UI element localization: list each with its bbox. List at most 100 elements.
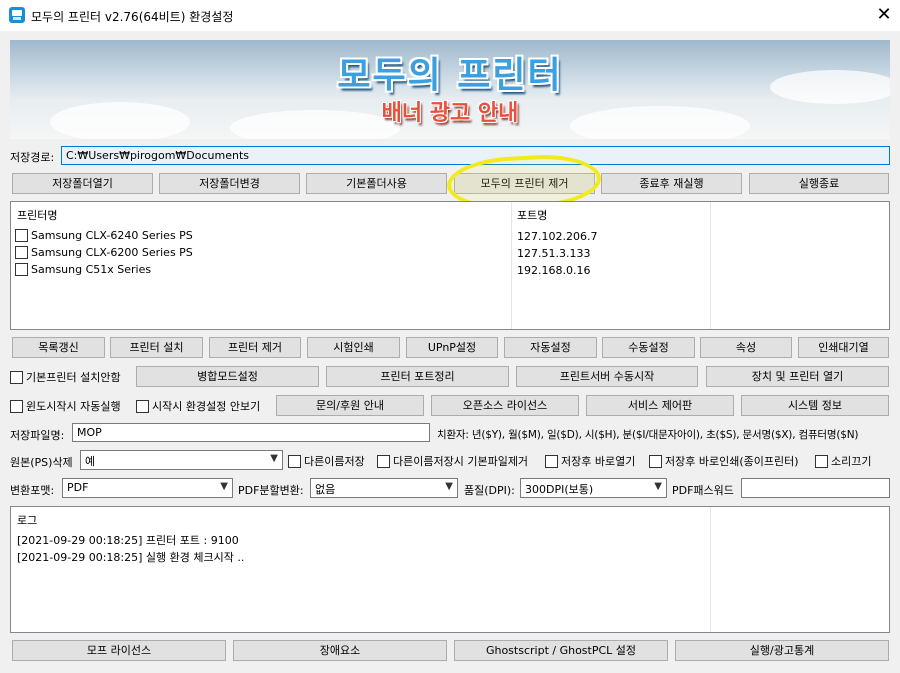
save-as-checkbox[interactable]: 다른이름저장 — [288, 453, 365, 469]
printer-checkbox[interactable] — [15, 262, 28, 276]
substitution-help-text: 치환자: 년($Y), 월($M), 일($D), 시($H), 분($I/대문… — [437, 429, 859, 441]
filename-input[interactable]: MOP — [72, 423, 430, 442]
checkbox-label: 저장후 바로열기 — [561, 455, 636, 468]
banner-subtitle: 배너 광고 안내 — [381, 101, 519, 126]
test-print-button[interactable]: 시험인쇄 — [307, 337, 400, 358]
use-default-folder-button[interactable]: 기본폴더사용 — [306, 173, 447, 194]
printer-name: Samsung CLX-6240 Series PS — [31, 228, 193, 242]
pdf-split-select[interactable]: 없음 ▼ — [310, 478, 458, 498]
save-path-input[interactable]: C:₩Users₩pirogom₩Documents — [61, 146, 890, 165]
open-devices-printers-button[interactable]: 장치 및 프린터 열기 — [706, 366, 889, 387]
checkbox-box[interactable] — [545, 454, 558, 468]
install-printer-button[interactable]: 프린터 설치 — [110, 337, 203, 358]
change-save-folder-button[interactable]: 저장폴더변경 — [159, 173, 300, 194]
select-value: 없음 — [315, 483, 336, 496]
checkbox-label: 기본프린터 설치안함 — [26, 371, 121, 384]
exit-button[interactable]: 실행종료 — [749, 173, 889, 194]
printer-port-cleanup-button[interactable]: 프린터 포트정리 — [326, 366, 509, 387]
merge-mode-settings-button[interactable]: 병합모드설정 — [136, 366, 319, 387]
remove-printer-button[interactable]: 프린터 제거 — [209, 337, 301, 358]
upnp-settings-button[interactable]: UPnP설정 — [406, 337, 498, 358]
chevron-down-icon[interactable]: ▼ — [220, 481, 228, 492]
select-value: 예 — [85, 455, 96, 468]
print-server-manual-start-button[interactable]: 프린트서버 수동시작 — [516, 366, 698, 387]
open-source-license-button[interactable]: 오픈소스 라이선스 — [431, 395, 579, 416]
log-panel[interactable]: 로그 [2021-09-29 00:18:25] 프린터 포트 : 9100 [… — [10, 506, 890, 633]
system-info-button[interactable]: 시스템 정보 — [741, 395, 889, 416]
convert-format-select[interactable]: PDF ▼ — [62, 478, 233, 498]
print-after-save-checkbox[interactable]: 저장후 바로인쇄(종이프린터) — [649, 453, 799, 469]
column-header-port-name[interactable]: 포트명 — [517, 207, 547, 223]
column-divider — [710, 507, 711, 632]
checkbox-label: 다른이름저장 — [304, 455, 365, 468]
chevron-down-icon[interactable]: ▼ — [445, 481, 453, 492]
quality-dpi-select[interactable]: 300DPI(보통) ▼ — [520, 478, 667, 498]
hide-settings-on-start-checkbox[interactable]: 시작시 환경설정 안보기 — [136, 398, 260, 414]
checkbox-box[interactable] — [288, 454, 301, 468]
banner-ad[interactable]: 모두의 프린터 배너 광고 안내 — [10, 40, 890, 139]
column-header-printer-name[interactable]: 프린터명 — [17, 207, 57, 223]
properties-button[interactable]: 속성 — [700, 337, 792, 358]
list-item[interactable]: Samsung CLX-6240 Series PS — [15, 228, 193, 242]
ghostscript-settings-button[interactable]: Ghostscript / GhostPCL 설정 — [454, 640, 668, 661]
column-divider — [511, 202, 512, 329]
print-queue-button[interactable]: 인쇄대기열 — [798, 337, 889, 358]
select-value: 300DPI(보통) — [525, 483, 594, 496]
checkbox-box[interactable] — [649, 454, 662, 468]
delete-original-select[interactable]: 예 ▼ — [80, 450, 283, 470]
open-save-folder-button[interactable]: 저장폴더열기 — [12, 173, 153, 194]
convert-format-label: 변환포맷: — [10, 484, 55, 497]
checkbox-label: 윈도시작시 자동실행 — [26, 400, 121, 413]
checkbox-box[interactable] — [377, 454, 390, 468]
list-item[interactable]: Samsung C51x Series — [15, 262, 151, 276]
mop-license-button[interactable]: 모프 라이선스 — [12, 640, 226, 661]
pdf-split-label: PDF분할변환: — [238, 484, 304, 497]
manual-settings-button[interactable]: 수동설정 — [602, 337, 695, 358]
checkbox-label: 저장후 바로인쇄(종이프린터) — [665, 455, 799, 468]
save-as-remove-default-checkbox[interactable]: 다른이름저장시 기본파일제거 — [377, 453, 528, 469]
printer-list[interactable]: 프린터명 포트명 Samsung CLX-6240 Series PS 127.… — [10, 201, 890, 330]
no-default-printer-checkbox[interactable]: 기본프린터 설치안함 — [10, 369, 121, 385]
checkbox-box[interactable] — [815, 454, 828, 468]
open-after-save-checkbox[interactable]: 저장후 바로열기 — [545, 453, 635, 469]
list-item[interactable]: Samsung CLX-6200 Series PS — [15, 245, 193, 259]
printer-name: Samsung CLX-6200 Series PS — [31, 245, 193, 259]
service-control-panel-button[interactable]: 서비스 제어판 — [586, 395, 734, 416]
printer-checkbox[interactable] — [15, 245, 28, 259]
printer-port: 127.102.206.7 — [517, 230, 598, 243]
auto-start-windows-checkbox[interactable]: 윈도시작시 자동실행 — [10, 398, 121, 414]
log-line: [2021-09-29 00:18:25] 프린터 포트 : 9100 — [17, 534, 239, 547]
pdf-password-input[interactable] — [741, 478, 890, 498]
checkbox-label: 시작시 환경설정 안보기 — [152, 400, 261, 413]
quality-dpi-label: 품질(DPI): — [464, 484, 515, 497]
printer-app-icon — [9, 7, 25, 23]
run-ad-stats-button[interactable]: 실행/광고통계 — [675, 640, 889, 661]
restart-after-exit-button[interactable]: 종료후 재실행 — [601, 173, 742, 194]
refresh-list-button[interactable]: 목록갱신 — [12, 337, 105, 358]
remove-modu-printer-button[interactable]: 모두의 프린터 제거 — [454, 173, 595, 194]
select-value: PDF — [67, 481, 89, 494]
printer-name: Samsung C51x Series — [31, 262, 152, 276]
printer-port: 192.168.0.16 — [517, 264, 591, 277]
checkbox-label: 소리끄기 — [831, 455, 872, 468]
checkbox-box[interactable] — [136, 399, 149, 413]
banner-title: 모두의 프린터 — [337, 55, 563, 96]
pdf-password-label: PDF패스워드 — [672, 484, 734, 497]
delete-original-label: 원본(PS)삭제 — [10, 456, 73, 469]
log-header: 로그 — [17, 514, 38, 527]
checkbox-box[interactable] — [10, 399, 23, 413]
column-divider — [710, 202, 711, 329]
close-button[interactable]: ✕ — [870, 3, 898, 27]
mute-sound-checkbox[interactable]: 소리끄기 — [815, 453, 871, 469]
checkbox-box[interactable] — [10, 370, 23, 384]
filename-label: 저장파일명: — [10, 429, 65, 442]
log-line: [2021-09-29 00:18:25] 실행 환경 체크시작 .. — [17, 551, 245, 564]
chevron-down-icon[interactable]: ▼ — [654, 481, 662, 492]
checkbox-label: 다른이름저장시 기본파일제거 — [393, 455, 529, 468]
save-path-label: 저장경로: — [10, 151, 55, 164]
chevron-down-icon[interactable]: ▼ — [270, 453, 278, 464]
inquiry-donation-button[interactable]: 문의/후원 안내 — [276, 395, 424, 416]
printer-checkbox[interactable] — [15, 228, 28, 242]
auto-settings-button[interactable]: 자동설정 — [504, 337, 597, 358]
troubleshoot-button[interactable]: 장애요소 — [233, 640, 447, 661]
